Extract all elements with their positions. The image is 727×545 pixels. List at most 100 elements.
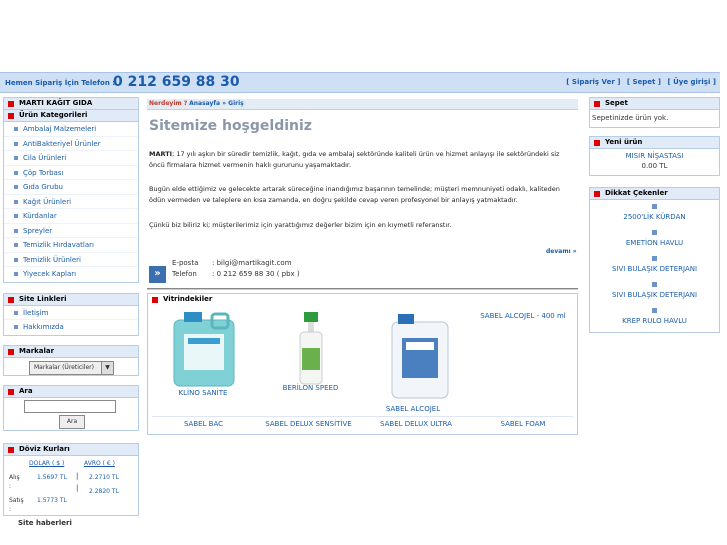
brands-select-value: Markalar (Üreticiler) [34,363,94,371]
category-item[interactable]: Temizlik Ürünleri [4,253,138,267]
site-link-contact[interactable]: İletişim [4,306,138,320]
product-name[interactable]: BERİLON SPEED [273,384,348,392]
featured-list: 2500'LİK KÜRDAN EMETİON HAVLU SIVI BULAŞ… [590,200,719,334]
featured-item[interactable]: KREP RULO HAVLU [590,308,719,334]
new-product-name[interactable]: MISIR NİŞASTASI [590,152,719,160]
sell-label: Satış [9,496,24,504]
email-value[interactable]: : bilgi@martikagit.com [212,259,292,267]
product-name[interactable]: SABEL DELUX SENSİTİVE [256,420,361,428]
search-box: Ara Ara [3,384,139,431]
bullet-icon [652,256,657,261]
category-box: MARTI KAĞIT GIDA Ürün Kategorileri Ambal… [3,97,139,283]
login-link[interactable]: [ Üye girişi ] [667,78,716,86]
categories-title: Ürün Kategorileri [4,110,138,122]
category-item[interactable]: Yiyecek Kapları [4,267,138,282]
breadcrumb: Nerdeyim ? Anasayfa » Giriş [147,99,578,110]
product-name[interactable]: SABEL ALCOJEL [378,405,448,413]
values-paragraph: Çünkü biz biliriz ki; müşterilerimiz içi… [149,221,452,229]
bullet-icon [652,282,657,287]
currency-title: Döviz Kurları [4,443,138,456]
intro-text: ; 17 yılı aşkın bir süredir temizlik, ka… [149,150,560,169]
bullet-icon [652,230,657,235]
site-link-about[interactable]: Hakkımızda [4,320,138,335]
separator: | [76,471,79,480]
featured-title: Dikkat Çekenler [590,188,719,200]
contact-info: E-posta : bilgi@martikagit.com Telefon : 0… [172,258,300,280]
brands-box: Markalar Markalar (Üreticiler) ▼ [3,344,139,376]
product-name[interactable]: SABEL BAC [156,420,251,428]
product-image[interactable] [290,312,330,387]
product-name[interactable]: KLİNO SANİTE [168,389,238,397]
order-link[interactable]: [ Sipariş Ver ] [566,78,620,86]
showcase-title: Vitrindekiler [148,294,577,306]
site-links-box: Site Linkleri İletişim Hakkımızda [3,292,139,336]
page-title: Sitemize hoşgeldiniz [149,118,312,134]
featured-item-label: SIVI BULAŞIK DETERJANI [611,291,698,299]
category-item[interactable]: Çöp Torbası [4,166,138,180]
breadcrumb-separator: » [220,100,229,107]
featured-item[interactable]: EMETİON HAVLU [590,230,719,256]
news-title: Site haberleri [18,518,72,527]
more-link[interactable]: devamı » [546,248,577,255]
bullet-icon [652,204,657,209]
featured-item-label: SIVI BULAŞIK DETERJANI [611,265,698,273]
new-product-price: 0.00 TL [641,162,668,170]
divider [152,416,573,417]
cart-box: Sepet Sepetinizde ürün yok. [589,97,720,128]
product-image[interactable] [170,312,240,392]
usd-sell: 1.5773 TL [37,496,67,504]
search-input[interactable] [24,399,116,413]
cart-link[interactable]: [ Sepet ] [627,78,661,86]
email-label: E-posta [172,259,199,267]
category-item[interactable]: Temizlik Hırdavatları [4,238,138,253]
featured-item[interactable]: SIVI BULAŞIK DETERJANI [590,256,719,282]
mission-paragraph: Bugün elde ettiğimiz ve gelecekte artara… [149,185,560,204]
search-button[interactable]: Ara [59,414,85,429]
featured-item[interactable]: 2500'LİK KÜRDAN [590,204,719,230]
phone-value: : 0 212 659 88 30 ( pbx ) [212,270,300,278]
chevron-down-icon[interactable]: ▼ [101,361,113,374]
product-name[interactable]: SABEL ALCOJEL - 400 ml [468,312,578,320]
brands-select[interactable]: Markalar (Üreticiler) ▼ [29,360,114,375]
left-column: MARTI KAĞIT GIDA Ürün Kategorileri Ambal… [3,97,139,532]
product-image[interactable] [388,314,453,402]
breadcrumb-home[interactable]: Anasayfa [189,100,220,107]
eur-sell: 2.2820 TL [89,487,119,495]
cart-title: Sepet [590,98,719,110]
right-column: Sepet Sepetinizde ürün yok. Yeni ürün MI… [589,97,720,333]
featured-item-label: 2500'LİK KÜRDAN [623,213,686,221]
category-item[interactable]: Kağıt Ürünleri [4,195,138,209]
bullet-icon [652,308,657,313]
phone-number: 0 212 659 88 30 [113,74,240,90]
featured-item-label: KREP RULO HAVLU [622,317,687,325]
category-item[interactable]: Spreyler [4,224,138,238]
top-links: [ Sipariş Ver ] [ Sepet ] [ Üye girişi ] [562,78,716,86]
product-name[interactable]: SABEL FOAM [473,420,573,428]
category-item[interactable]: Kürdanlar [4,209,138,224]
currency-box: Döviz Kurları DOLAR ( $ ) AVRO ( € ) Alı… [3,442,139,516]
category-item[interactable]: AntiBakteriyel Ürünler [4,137,138,151]
featured-box: Dikkat Çekenler 2500'LİK KÜRDAN EMETİON … [589,187,720,333]
usd-buy: 1.5697 TL [37,473,67,481]
phone-label-center: Telefon [172,270,197,278]
site-links-title: Site Linkleri [4,293,138,306]
breadcrumb-page: Giriş [228,100,244,107]
product-name[interactable]: SABEL DELUX ULTRA [366,420,466,428]
brands-title: Markalar [4,345,138,358]
intro-brand: MARTI [149,150,173,158]
arrow-icon[interactable]: » [149,266,166,283]
new-product-box: Yeni ürün MISIR NİŞASTASI 0.00 TL [589,136,720,176]
currency-eur-header[interactable]: AVRO ( € ) [84,460,115,467]
featured-item[interactable]: SIVI BULAŞIK DETERJANI [590,282,719,308]
eur-buy: 2.2710 TL [89,473,119,481]
intro-paragraph: MARTI; 17 yılı aşkın bir süredir temizli… [149,149,577,171]
category-item[interactable]: Gıda Grubu [4,180,138,195]
phone-label: Hemen Sipariş İçin Telefon : [5,79,116,87]
showcase-box: Vitrindekiler KLİNO SANİTE BERİLON SPEED… [147,293,578,435]
currency-usd-header[interactable]: DOLAR ( $ ) [29,460,64,467]
category-item[interactable]: Cila Ürünleri [4,151,138,166]
category-item[interactable]: Ambalaj Malzemeleri [4,122,138,137]
cart-empty-text: Sepetinizde ürün yok. [592,114,669,122]
top-bar: Hemen Sipariş İçin Telefon : 0 212 659 8… [0,72,720,93]
buy-colon: : [9,482,12,490]
